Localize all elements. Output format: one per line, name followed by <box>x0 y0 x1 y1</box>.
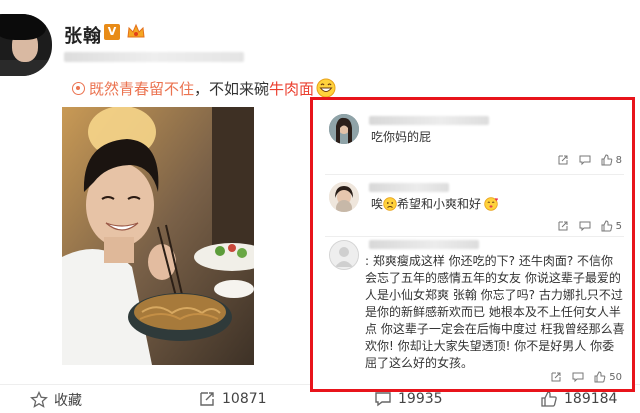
member-crown-icon <box>127 23 145 38</box>
thumbs-up-icon <box>594 371 606 383</box>
comment-line: 会忘了五年的感情五年的女友 你说这辈子最爱的 <box>365 271 621 285</box>
comment-text: 唉希望和小爽和好 <box>371 196 499 213</box>
post-photo[interactable] <box>62 107 254 365</box>
thumbs-up-icon <box>601 154 612 166</box>
favorite-label: 收藏 <box>54 393 82 409</box>
weibo-post: 张翰 V 既然青春留不住，不如来碗牛肉面 收藏 10871 19935 1891… <box>0 0 640 413</box>
commenter-avatar[interactable] <box>329 182 359 212</box>
user-avatar[interactable] <box>0 14 52 76</box>
comment-text: : 郑爽瘦成这样 你还吃的下? 还牛肉面? 不信你 会忘了五年的感情五年的女友 … <box>365 253 627 372</box>
divider <box>325 174 624 175</box>
comment-line: : 郑爽瘦成这样 你还吃的下? 还牛肉面? 不信你 <box>365 254 614 268</box>
like-count: 189184 <box>564 391 618 407</box>
kiss-emoji-icon <box>484 197 499 211</box>
comment-line: 欢你! 你却让大家失望透顶! 你不是好男人 你委 <box>365 339 615 353</box>
commenter-avatar[interactable] <box>329 240 359 270</box>
username[interactable]: 张翰 <box>64 22 102 48</box>
post-time-blurred <box>64 52 244 62</box>
comment-like-count: 5 <box>615 220 622 232</box>
comment-like-count: 50 <box>609 371 622 383</box>
comment-icon <box>375 392 391 407</box>
comment-like-button[interactable]: 5 <box>601 220 622 232</box>
man-eating-noodles-image <box>62 107 254 365</box>
comment-actions: 8 <box>557 154 622 166</box>
repost-icon[interactable] <box>557 154 569 166</box>
repost-icon[interactable] <box>557 220 569 232</box>
comment-icon[interactable] <box>572 371 584 383</box>
comment-text-start: 唉 <box>371 197 384 211</box>
comment-count: 19935 <box>398 391 443 407</box>
caption-text: ，不如来碗 <box>194 80 270 98</box>
comment-text-rest: 希望和小爽和好 <box>397 197 482 211</box>
topic-link[interactable]: 既然青春留不住 <box>89 80 194 98</box>
comment-icon[interactable] <box>579 220 591 232</box>
commenter-name-blurred <box>369 116 489 125</box>
comment-text: 吃你妈的屁 <box>371 130 432 144</box>
comment-icon[interactable] <box>579 154 591 166</box>
commenter-avatar[interactable] <box>329 114 359 144</box>
comment-like-count: 8 <box>615 154 622 166</box>
grin-emoji-icon <box>316 78 336 98</box>
sad-emoji-icon <box>383 197 397 211</box>
comment-line: 是你的新鲜感新欢而已 她根本及不上任何女人半 <box>365 305 621 319</box>
star-icon <box>30 391 48 408</box>
comment-line: 点 你这辈子一定会在后悔中度过 枉我曾经那么喜 <box>365 322 625 336</box>
thumbs-up-icon <box>541 391 557 407</box>
comment-line: 人是小仙女郑爽 张翰 你忘了吗? 古力娜扎只不过 <box>365 288 623 302</box>
thumbs-up-icon <box>601 220 612 232</box>
comment-button[interactable]: 19935 <box>374 390 443 408</box>
favorite-button[interactable]: 收藏 <box>30 390 82 410</box>
comment-like-button[interactable]: 50 <box>594 371 622 383</box>
commenter-name-blurred <box>369 183 449 192</box>
topic-icon <box>72 82 85 95</box>
commenter-name-blurred <box>369 240 479 249</box>
like-button[interactable]: 189184 <box>540 390 617 408</box>
repost-count: 10871 <box>222 391 267 407</box>
comment-actions: 5 <box>557 220 622 232</box>
verified-v-icon: V <box>104 24 120 40</box>
post-caption: 既然青春留不住，不如来碗牛肉面 <box>72 78 336 99</box>
repost-icon <box>200 392 214 406</box>
highlighted-comments-box: 吃你妈的屁 8 唉希望和小爽和好 5: 郑爽瘦成这样 你还吃的下? 还牛肉面?… <box>310 97 635 392</box>
repost-button[interactable]: 10871 <box>198 390 267 408</box>
repost-icon[interactable] <box>550 371 562 383</box>
keyword-link[interactable]: 牛肉面 <box>269 80 314 98</box>
comment-line: 屈了这么好的女孩。 <box>365 356 474 370</box>
comment-like-button[interactable]: 8 <box>601 154 622 166</box>
divider <box>325 236 624 237</box>
comment-actions: 50 <box>550 371 622 383</box>
